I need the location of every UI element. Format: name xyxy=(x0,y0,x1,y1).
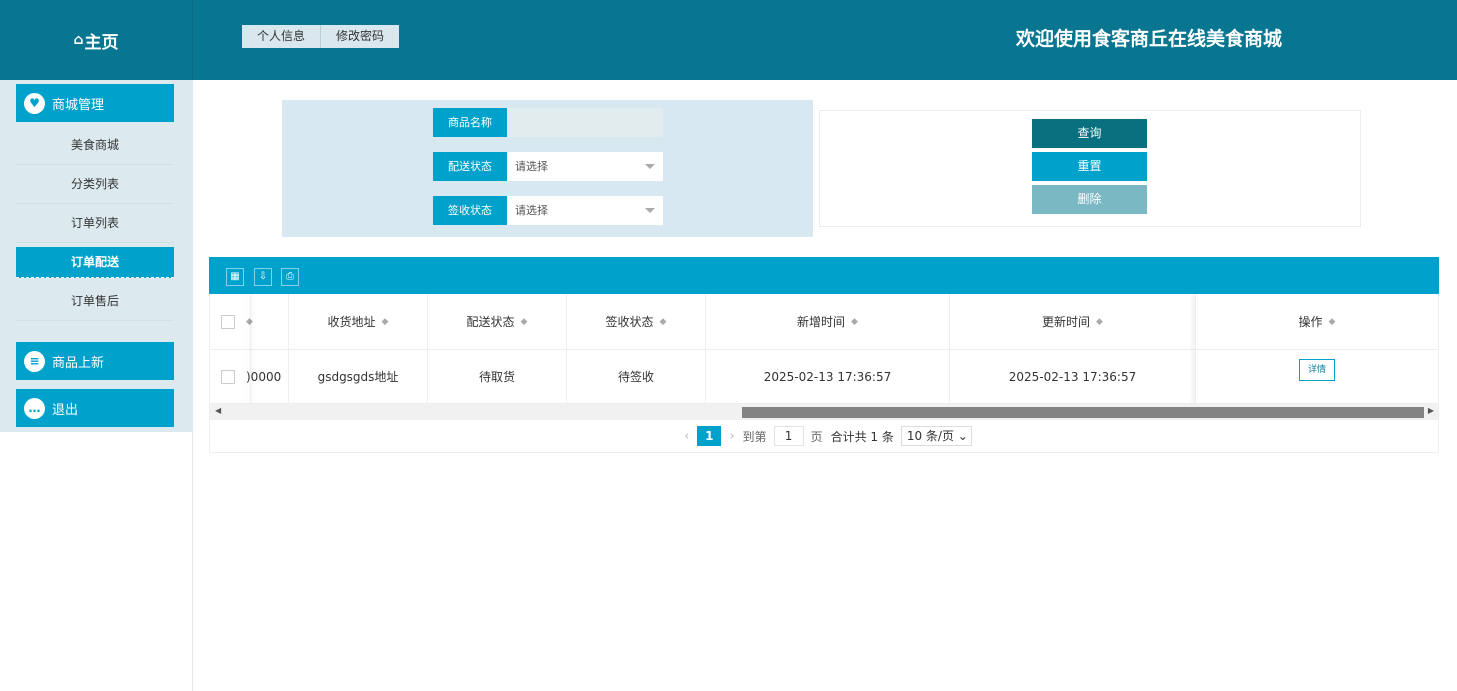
tab-change-password[interactable]: 修改密码 xyxy=(321,25,399,48)
sidebar-item-order-delivery[interactable]: 订单配送 xyxy=(16,247,174,278)
menu-group-label: 商城管理 xyxy=(52,97,105,113)
search-panel: 商品名称 配送状态 请选择 签收状态 请选择 xyxy=(282,100,813,237)
print-icon[interactable]: ⎙ xyxy=(281,268,299,286)
column-label: 签收状态 xyxy=(605,315,654,329)
delete-button[interactable]: 删除 xyxy=(1032,185,1147,214)
total-count: 合计共 1 条 xyxy=(830,429,894,444)
cell-created: 2025-02-13 17:36:57 xyxy=(706,350,950,404)
sort-icon[interactable]: ◆ xyxy=(1096,317,1103,327)
sort-icon[interactable]: ◆ xyxy=(851,317,858,327)
chevron-down-icon: ⌄ xyxy=(957,429,968,443)
row-checkbox[interactable] xyxy=(221,369,235,384)
current-page[interactable]: 1 xyxy=(697,426,722,446)
column-header-delivery-status[interactable]: 配送状态 ◆ xyxy=(428,294,567,350)
delivery-status-value: 请选择 xyxy=(515,160,548,173)
sort-icon[interactable]: ◆ xyxy=(660,317,667,327)
list-icon: ≡ xyxy=(24,350,45,372)
home-link[interactable]: ⌂ 主页 xyxy=(0,0,193,80)
fixed-column-shadow xyxy=(247,294,249,404)
data-table: ◆ 收货地址 ◆ 配送状态 ◆ 签收状态 ◆ 新增时间 ◆ 更新时间 ◆ 操作 ◆ )000… xyxy=(209,294,1439,453)
sort-icon[interactable]: ◆ xyxy=(382,317,389,327)
menu-group-new-products[interactable]: ≡ 商品上新 xyxy=(16,342,174,380)
column-header-updated[interactable]: 更新时间 ◆ xyxy=(950,294,1196,350)
menu-group-mall[interactable]: ♥ 商城管理 xyxy=(16,84,174,122)
sign-status-label: 签收状态 xyxy=(433,196,507,225)
cell-delivery-status: 待取货 xyxy=(428,350,567,404)
home-label: 主页 xyxy=(84,32,119,53)
cell-updated: 2025-02-13 17:36:57 xyxy=(950,350,1196,404)
column-label: 配送状态 xyxy=(466,315,515,329)
sidebar-item-category-list[interactable]: 分类列表 xyxy=(16,165,174,204)
horizontal-scrollbar[interactable]: ◀ ▶ xyxy=(210,404,1438,420)
tab-profile[interactable]: 个人信息 xyxy=(242,25,322,48)
select-all-checkbox[interactable] xyxy=(221,314,235,329)
prev-page-icon[interactable]: ‹ xyxy=(684,429,689,444)
goto-page-input[interactable]: 1 xyxy=(773,426,804,446)
menu-group-label: 退出 xyxy=(52,402,79,418)
column-header-address[interactable]: 收货地址 ◆ xyxy=(289,294,428,350)
column-label: 更新时间 xyxy=(1042,315,1091,329)
sidebar-item-order-list[interactable]: 订单列表 xyxy=(16,204,174,243)
sort-icon[interactable]: ◆ xyxy=(1329,317,1336,327)
reset-button[interactable]: 重置 xyxy=(1032,152,1147,181)
menu-group-label: 商品上新 xyxy=(52,355,105,371)
sidebar: ♥ 商城管理 美食商城 分类列表 订单列表 订单配送 订单售后 ≡ 商品上新 …… xyxy=(0,80,193,691)
top-header: ⌂ 主页 个人信息 修改密码 欢迎使用食客商丘在线美食商城 xyxy=(0,0,1457,80)
home-icon: ⌂ xyxy=(73,32,84,48)
export-icon[interactable]: ⇩ xyxy=(254,268,272,286)
table-row: )0000 xyxy=(210,350,289,404)
pagination: ‹ 1 › 到第 1 页 合计共 1 条 10 条/页 ⌄ xyxy=(210,420,1438,452)
columns-icon[interactable]: ▦ xyxy=(226,268,244,286)
fixed-column-shadow xyxy=(1195,294,1197,404)
scrollbar-thumb[interactable] xyxy=(742,407,1424,418)
cell-actions: 详情 xyxy=(1196,350,1438,404)
chat-icon: … xyxy=(24,397,45,419)
menu-group-logout[interactable]: … 退出 xyxy=(16,389,174,427)
cell-address: gsdgsgds地址 xyxy=(289,350,428,404)
sidebar-item-food-mall[interactable]: 美食商城 xyxy=(16,126,174,165)
column-label: 操作 xyxy=(1298,315,1323,329)
welcome-title: 欢迎使用食客商丘在线美食商城 xyxy=(1016,28,1283,50)
table-toolbar: ▦ ⇩ ⎙ xyxy=(209,257,1439,294)
action-panel: 查询 重置 删除 xyxy=(819,110,1361,227)
scroll-right-icon[interactable]: ▶ xyxy=(1428,406,1434,415)
delivery-status-select[interactable]: 请选择 xyxy=(507,152,663,181)
detail-button[interactable]: 详情 xyxy=(1299,359,1335,381)
page-size-select[interactable]: 10 条/页 ⌄ xyxy=(900,426,972,446)
delivery-status-label: 配送状态 xyxy=(433,152,507,181)
table-header-select: ◆ xyxy=(210,294,289,350)
column-header-sign-status[interactable]: 签收状态 ◆ xyxy=(567,294,706,350)
sign-status-value: 请选择 xyxy=(515,204,548,217)
cell-sign-status: 待签收 xyxy=(567,350,706,404)
page-size-value: 10 条/页 xyxy=(906,429,954,443)
column-header-created[interactable]: 新增时间 ◆ xyxy=(706,294,950,350)
chevron-down-icon xyxy=(645,208,655,213)
row-id-partial: )0000 xyxy=(246,369,282,384)
next-page-icon[interactable]: › xyxy=(729,429,734,444)
chevron-down-icon xyxy=(645,164,655,169)
column-label: 收货地址 xyxy=(327,315,376,329)
sidebar-item-after-sale[interactable]: 订单售后 xyxy=(16,282,174,321)
top-tabs: 个人信息 修改密码 xyxy=(242,25,400,48)
goto-label: 到第 xyxy=(742,429,767,444)
query-button[interactable]: 查询 xyxy=(1032,119,1147,148)
sign-status-select[interactable]: 请选择 xyxy=(507,196,663,225)
column-header-actions[interactable]: 操作 ◆ xyxy=(1196,294,1438,350)
heart-icon: ♥ xyxy=(24,92,45,114)
scroll-left-icon[interactable]: ◀ xyxy=(215,406,221,415)
product-name-label: 商品名称 xyxy=(433,108,507,137)
page-unit-label: 页 xyxy=(810,429,823,444)
column-label: 新增时间 xyxy=(797,315,846,329)
product-name-input[interactable] xyxy=(507,108,663,137)
sort-icon[interactable]: ◆ xyxy=(521,317,528,327)
